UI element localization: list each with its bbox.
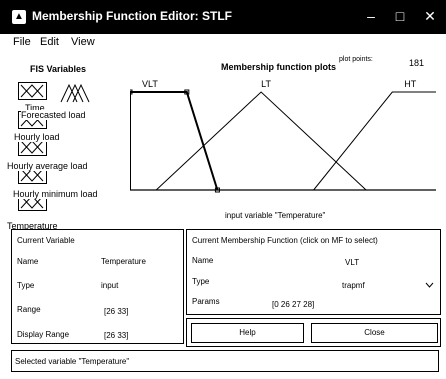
menu-file[interactable]: File [13,36,31,48]
output-mf-overview-icon[interactable] [59,82,91,104]
close-button[interactable]: Close [311,323,438,343]
minimize-button[interactable]: – [360,6,382,26]
var-name-value: Temperature [101,257,146,266]
mf-curve-ht[interactable] [313,91,436,191]
current-variable-heading: Current Variable [17,236,75,245]
matlab-app-icon: ▲ [12,10,26,24]
menu-view[interactable]: View [71,36,95,48]
mf-curve-lt[interactable] [155,91,367,191]
plot-points-value[interactable]: 181 [409,58,424,68]
status-bar: Selected variable "Temperature" [11,350,439,372]
fis-variable-time-box[interactable] [18,82,47,100]
mf-label-vlt[interactable]: VLT [142,79,158,89]
var-name-label: Name [17,257,39,266]
var-range-value[interactable]: [26 33] [104,307,128,316]
mf-params-value[interactable]: [0 26 27 28] [272,300,314,309]
current-variable-panel: Current Variable Name Temperature Type i… [11,229,184,344]
var-range-label: Range [17,305,41,314]
mf-name-value[interactable]: VLT [345,258,359,267]
mf-curve-vlt[interactable] [130,91,219,191]
status-text: Selected variable "Temperature" [15,357,130,366]
plot-points-label: plot points: [339,56,373,63]
title-bar: ▲ Membership Function Editor: STLF – □ ✕ [0,0,446,34]
maximize-button[interactable]: □ [389,6,411,26]
chevron-down-icon[interactable] [425,282,434,288]
mf-label-lt[interactable]: LT [261,79,271,89]
current-mf-heading: Current Membership Function (click on MF… [192,236,378,245]
help-button[interactable]: Help [191,323,304,343]
var-display-range-value[interactable]: [26 33] [104,331,128,340]
mf-params-label: Params [192,297,220,306]
fis-variable-hourly-minimum-load-label[interactable]: Hourly minimum load [13,189,98,199]
var-type-value: input [101,281,119,290]
mf-type-value[interactable]: trapmf [342,281,365,290]
fis-variable-forecasted-load-label[interactable]: Forecasted load [21,110,86,120]
mf-label-ht[interactable]: HT [404,79,416,89]
membership-function-plot[interactable]: VLT LT HT [130,72,436,196]
menu-bar: File Edit View [0,34,446,52]
window-title: Membership Function Editor: STLF [32,9,232,23]
menu-edit[interactable]: Edit [40,36,59,48]
plot-xlabel: input variable "Temperature" [225,211,326,220]
close-window-button[interactable]: ✕ [419,6,441,26]
plot-title: Membership function plots [221,62,337,72]
var-display-range-label: Display Range [17,330,70,339]
mf-type-label: Type [192,277,210,286]
var-type-label: Type [17,281,35,290]
fis-variable-hourly-load-label[interactable]: Hourly load [14,132,60,142]
current-mf-panel: Current Membership Function (click on MF… [186,229,441,315]
fis-variables-label: FIS Variables [30,64,87,74]
mf-name-label: Name [192,256,214,265]
fis-variable-hourly-average-load-label[interactable]: Hourly average load [7,161,88,171]
